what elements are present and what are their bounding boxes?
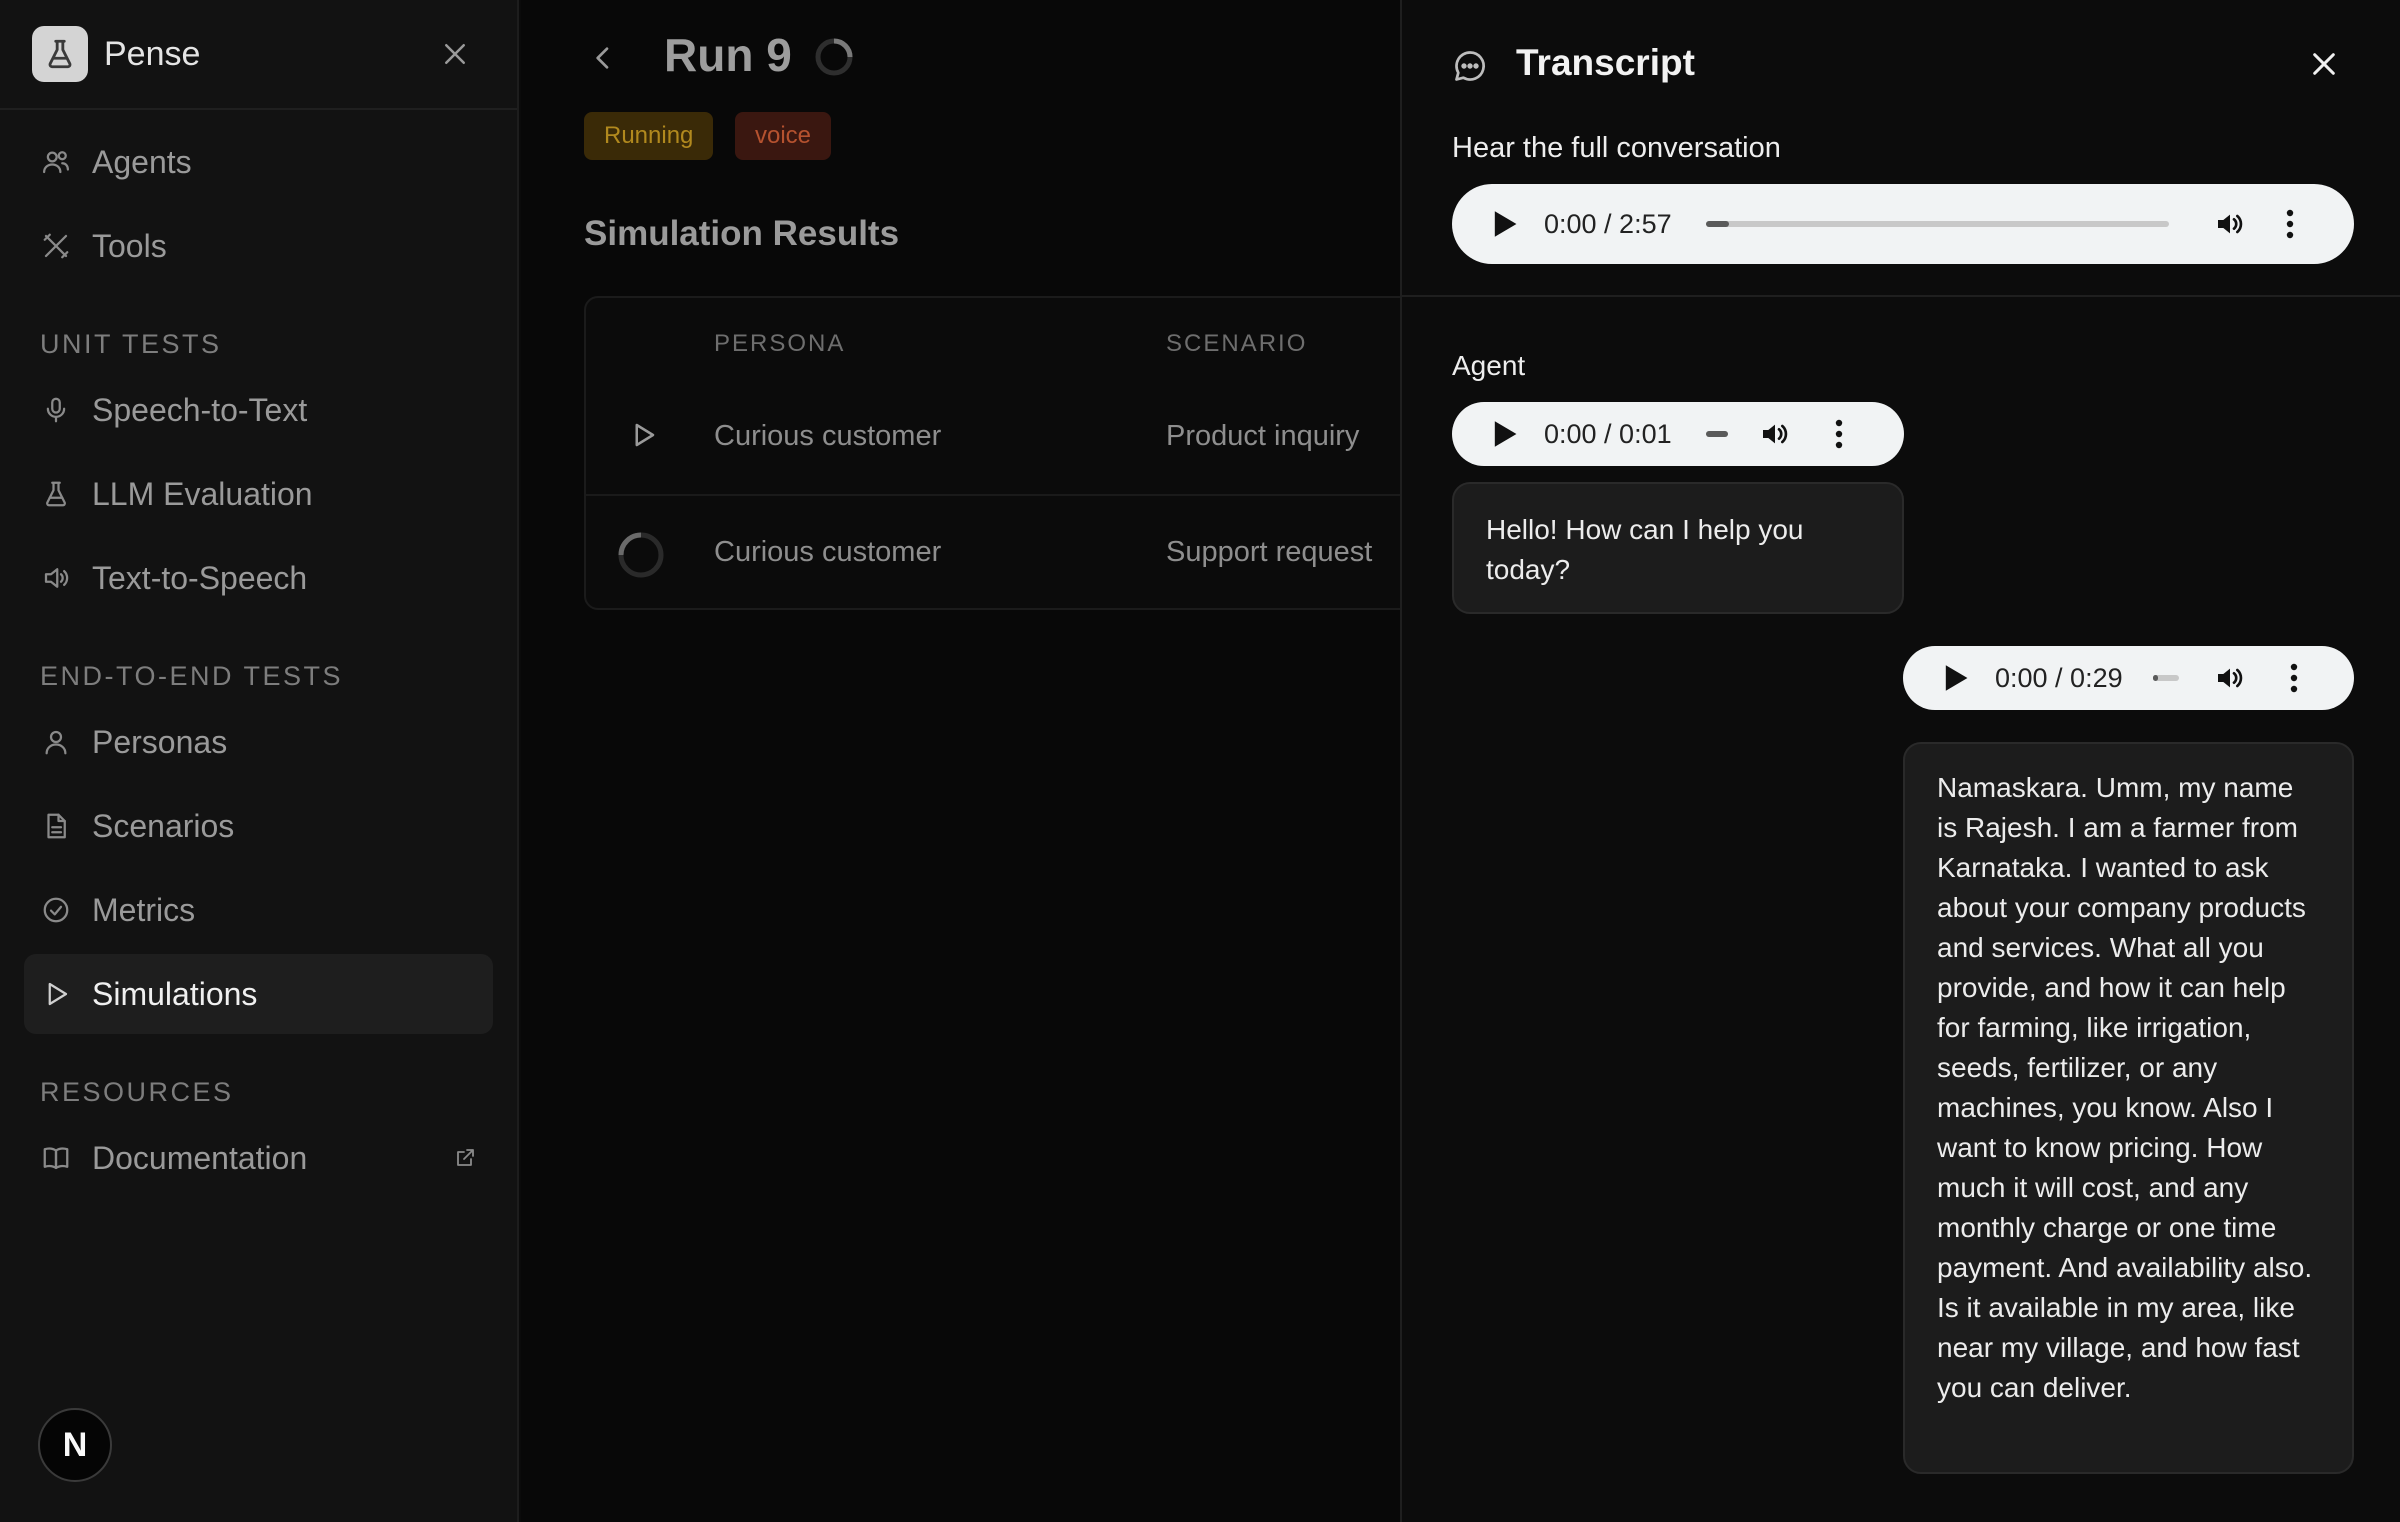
- chevron-left-icon: [596, 47, 609, 69]
- persona-cell: Curious customer: [714, 420, 942, 452]
- full-conversation-audio-player[interactable]: 0:00 / 2:57: [1452, 184, 2354, 264]
- sidebar-item-label: Tools: [92, 227, 167, 264]
- panel-divider: [1402, 295, 2400, 297]
- section-label-resources: RESOURCES: [40, 1077, 234, 1107]
- back-button[interactable]: [581, 36, 625, 80]
- close-icon: [2313, 53, 2335, 75]
- message-audio-player[interactable]: 0:00 / 0:01: [1452, 402, 1904, 466]
- audio-progress-slider[interactable]: [2152, 675, 2179, 681]
- sidebar-item-simulations[interactable]: Simulations: [24, 954, 493, 1034]
- volume-icon[interactable]: [2213, 207, 2247, 241]
- scenario-cell: Support request: [1166, 536, 1373, 568]
- sidebar-nav: Agents Tools UNIT TESTS Speech-to-Text L…: [0, 110, 517, 1198]
- close-sidebar-button[interactable]: [433, 32, 477, 76]
- scenario-cell: Product inquiry: [1166, 420, 1360, 452]
- play-icon[interactable]: [1939, 661, 1973, 695]
- sidebar-item-label: Scenarios: [92, 807, 235, 844]
- sidebar: Pense Agents Tools UNIT TESTS Speech-to-…: [0, 0, 519, 1522]
- audio-progress-slider[interactable]: [1705, 431, 1728, 437]
- close-icon: [445, 44, 465, 64]
- play-icon[interactable]: [1488, 207, 1522, 241]
- sidebar-item-label: Personas: [92, 723, 228, 760]
- audio-progress-fill: [1705, 431, 1728, 437]
- section-title: Simulation Results: [584, 214, 900, 253]
- more-options-icon[interactable]: [2273, 207, 2307, 241]
- sidebar-header: Pense: [0, 0, 517, 110]
- loading-spinner-icon: [813, 36, 855, 78]
- logo[interactable]: [32, 26, 88, 82]
- sidebar-item-scenarios[interactable]: Scenarios: [24, 786, 493, 866]
- more-options-icon[interactable]: [2277, 661, 2311, 695]
- sidebar-item-speech-to-text[interactable]: Speech-to-Text: [24, 370, 493, 450]
- sidebar-item-llm-evaluation[interactable]: LLM Evaluation: [24, 454, 493, 534]
- mode-badge: voice: [735, 112, 832, 160]
- sidebar-item-text-to-speech[interactable]: Text-to-Speech: [24, 538, 493, 618]
- mic-icon: [40, 394, 72, 426]
- status-badge: Running: [584, 112, 714, 160]
- user-message-bubble: Namaskara. Umm, my name is Rajesh. I am …: [1903, 742, 2354, 1474]
- more-options-icon[interactable]: [1822, 417, 1856, 451]
- column-header-scenario: SCENARIO: [1166, 330, 1308, 357]
- audio-progress-fill: [1705, 221, 1729, 227]
- sidebar-item-label: LLM Evaluation: [92, 475, 313, 512]
- persona-cell: Curious customer: [714, 536, 942, 568]
- audio-progress-slider[interactable]: [1705, 221, 2169, 227]
- sidebar-item-label: Simulations: [92, 975, 258, 1012]
- speaker-icon: [40, 562, 72, 594]
- transcript-panel: Transcript Hear the full conversation 0:…: [1400, 0, 2400, 1522]
- volume-icon[interactable]: [2213, 661, 2247, 695]
- person-icon: [40, 726, 72, 758]
- brand-name: Pense: [104, 34, 201, 73]
- main-content: Run 9 Running voice Simulation Results P…: [521, 0, 1484, 1522]
- external-link-icon: [453, 1146, 477, 1170]
- section-label-end-to-end-tests: END-TO-END TESTS: [40, 661, 344, 691]
- sidebar-item-metrics[interactable]: Metrics: [24, 870, 493, 950]
- results-table: PERSONA SCENARIO Curious customer Produc…: [584, 296, 1484, 610]
- play-row-icon[interactable]: [628, 420, 658, 450]
- book-icon: [40, 1142, 72, 1174]
- speaker-label: Agent: [1452, 350, 1526, 381]
- users-icon: [40, 146, 72, 178]
- sidebar-item-label: Text-to-Speech: [92, 559, 308, 596]
- check-circle-icon: [40, 894, 72, 926]
- message-audio-player[interactable]: 0:00 / 0:29: [1903, 646, 2354, 710]
- loading-spinner-icon: [616, 530, 666, 580]
- close-panel-button[interactable]: [2302, 42, 2346, 86]
- sidebar-item-label: Metrics: [92, 891, 196, 928]
- play-icon: [40, 978, 72, 1010]
- chat-bubble-icon: [1452, 48, 1488, 84]
- sidebar-item-agents[interactable]: Agents: [24, 122, 493, 202]
- sidebar-item-label: Speech-to-Text: [92, 391, 308, 428]
- avatar[interactable]: N: [38, 1408, 112, 1482]
- section-label-unit-tests: UNIT TESTS: [40, 329, 222, 359]
- document-icon: [40, 810, 72, 842]
- flask-logo-icon: [48, 39, 72, 69]
- agent-message-bubble: Hello! How can I help you today?: [1452, 482, 1904, 614]
- sidebar-item-tools[interactable]: Tools: [24, 206, 493, 286]
- sidebar-item-documentation[interactable]: Documentation: [24, 1118, 493, 1198]
- column-header-persona: PERSONA: [714, 330, 846, 357]
- sidebar-item-personas[interactable]: Personas: [24, 702, 493, 782]
- audio-time: 0:00 / 2:57: [1544, 208, 1672, 239]
- flask-icon: [40, 478, 72, 510]
- full-audio-label: Hear the full conversation: [1452, 132, 1781, 164]
- table-row[interactable]: Curious customer Support request: [586, 496, 1482, 608]
- sidebar-item-label: Documentation: [92, 1139, 308, 1176]
- tools-icon: [40, 230, 72, 262]
- audio-time: 0:00 / 0:01: [1544, 418, 1672, 449]
- play-icon[interactable]: [1488, 417, 1522, 451]
- sidebar-item-label: Agents: [92, 143, 192, 180]
- audio-time: 0:00 / 0:29: [1995, 662, 2123, 693]
- panel-title: Transcript: [1516, 42, 1695, 83]
- volume-icon[interactable]: [1758, 417, 1792, 451]
- page-title: Run 9: [664, 29, 792, 81]
- table-row[interactable]: Curious customer Product inquiry: [586, 380, 1482, 495]
- audio-progress-fill: [2152, 675, 2158, 681]
